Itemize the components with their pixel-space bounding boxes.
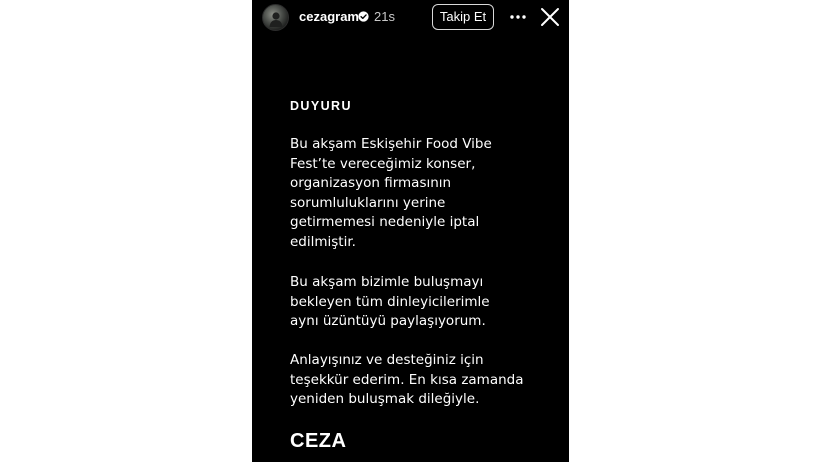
- verified-badge-icon: [358, 11, 369, 22]
- more-options-icon[interactable]: [508, 8, 528, 26]
- post-time: 21s: [374, 9, 395, 24]
- announcement-paragraph: Anlayışınız ve desteğiniz için teşekkür …: [290, 352, 524, 408]
- announcement-paragraph: Bu akşam bizimle buluşmayı bekleyen tüm …: [290, 274, 490, 330]
- username[interactable]: cezagram: [299, 9, 359, 25]
- story-viewer: cezagram 21s Takip Et DUYURU Bu akşam Es…: [252, 0, 569, 462]
- story-header: cezagram 21s Takip Et: [252, 0, 569, 36]
- close-icon[interactable]: [539, 6, 561, 28]
- signature: CEZA: [290, 430, 347, 452]
- avatar[interactable]: [262, 4, 289, 31]
- announcement-heading: DUYURU: [290, 99, 352, 113]
- follow-button[interactable]: Takip Et: [432, 4, 494, 30]
- announcement-paragraph: Bu akşam Eskişehir Food Vibe Fest’te ver…: [290, 136, 492, 250]
- person-icon: [269, 11, 282, 27]
